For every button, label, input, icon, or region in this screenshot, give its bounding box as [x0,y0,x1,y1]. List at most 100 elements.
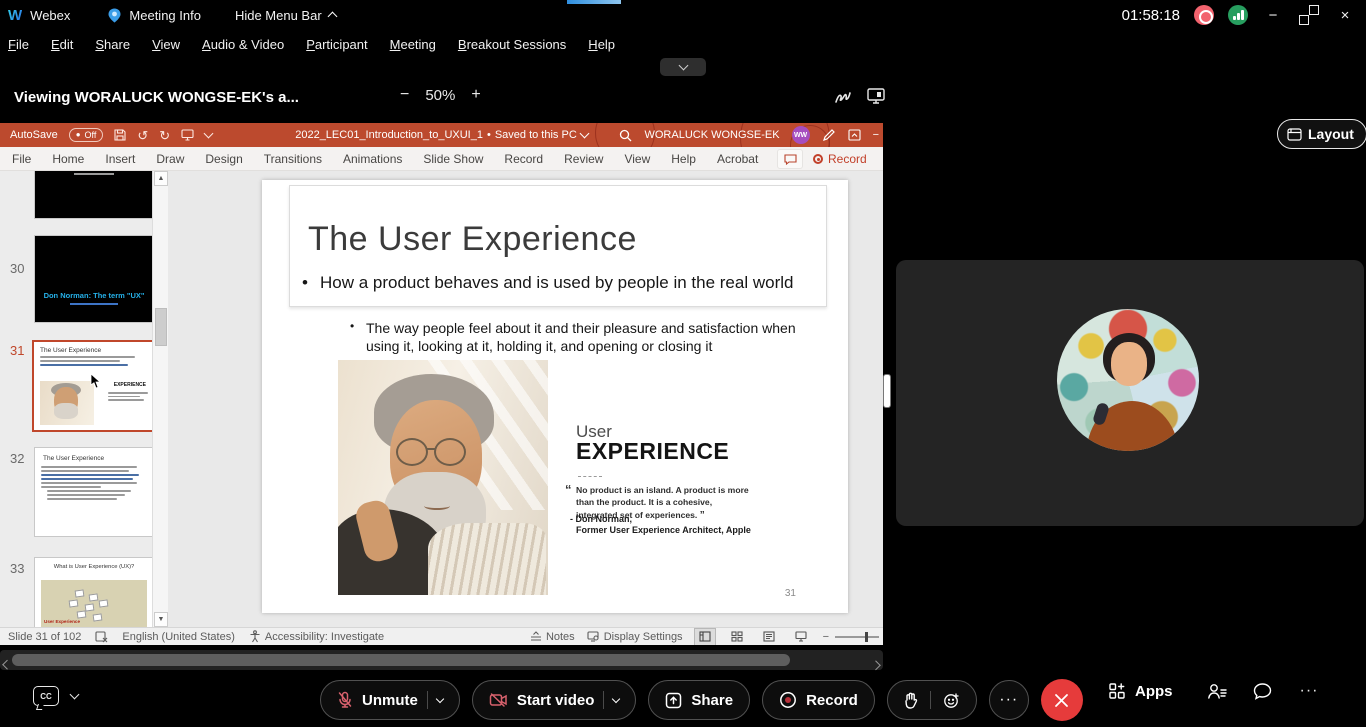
closed-captions-button[interactable]: CC [33,686,59,706]
chevron-down-icon [579,129,589,139]
redo-icon[interactable]: ↻ [159,129,170,142]
share-button[interactable]: Share [648,680,750,720]
zoom-in-button[interactable]: + [471,86,480,104]
spell-check-icon[interactable] [95,630,108,643]
minimize-button[interactable]: − [1262,7,1284,24]
slide-sorter-view-button[interactable] [727,629,747,645]
thumbnail-slide-33[interactable]: What is User Experience (UX)? User Exper… [34,557,154,627]
scroll-up-button[interactable]: ▲ [154,171,168,186]
powerpoint-statusbar: Slide 31 of 102 English (United States) … [0,627,883,645]
zoom-slider-thumb[interactable] [865,632,868,642]
ribbon-tab[interactable]: Home [52,152,84,166]
autosave-toggle[interactable]: ● Off [69,128,104,142]
ribbon-record-button[interactable]: Record [813,152,883,166]
normal-view-button[interactable] [695,629,715,645]
layout-icon [1287,128,1302,141]
ribbon-tab[interactable]: Design [205,152,242,166]
reading-view-button[interactable] [759,629,779,645]
recording-indicator-icon[interactable] [1194,5,1214,25]
close-button[interactable]: × [1334,7,1356,24]
layout-button[interactable]: Layout [1277,119,1366,149]
search-icon[interactable] [619,129,632,142]
slide-canvas[interactable]: The User Experience • How a product beha… [262,180,848,613]
participants-button[interactable] [1207,682,1227,700]
participant-video-tile[interactable] [896,260,1364,526]
zoom-out-button[interactable]: − [823,631,829,643]
zoom-level[interactable]: 50% [425,87,455,104]
thumbnail-scrollbar[interactable]: ▲ ▼ [152,171,168,627]
comments-icon[interactable] [777,149,803,169]
chat-button[interactable] [1253,682,1272,700]
start-presentation-icon[interactable] [181,129,194,141]
slide-indicator[interactable]: Slide 31 of 102 [8,631,81,643]
emoji-reactions-icon[interactable] [943,692,960,709]
ribbon-tab[interactable]: Review [564,152,603,166]
ribbon-tab[interactable]: View [624,152,650,166]
ribbon-tab[interactable]: File [12,152,31,166]
inking-pen-icon[interactable] [822,128,836,142]
ribbon-options-icon[interactable] [848,129,861,141]
ribbon-tab[interactable]: Help [671,152,696,166]
more-panel-options-button[interactable]: ··· [1300,682,1319,700]
menu-item[interactable]: File [8,37,29,52]
menu-item[interactable]: Participant [306,37,367,52]
horizontal-scrollbar-thumb[interactable] [12,654,790,666]
apps-button[interactable]: Apps [1108,682,1173,700]
horizontal-scrollbar[interactable] [0,650,883,670]
undo-icon[interactable]: ↺ [137,129,148,142]
save-icon[interactable] [114,129,126,141]
account-avatar[interactable]: WW [792,126,810,144]
video-options-chevron[interactable] [612,694,620,702]
ribbon-tab[interactable]: Animations [343,152,402,166]
zoom-out-button[interactable]: − [400,86,409,104]
thumbnail-slide-29[interactable]: WHAT IS UX? [34,171,154,219]
ribbon-tab[interactable]: Acrobat [717,152,758,166]
account-name[interactable]: WORALUCK WONGSE-EK [644,129,779,141]
slide-bullet-1[interactable]: • How a product behaves and is used by p… [302,272,802,293]
scroll-down-button[interactable]: ▼ [154,612,168,627]
unmute-options-chevron[interactable] [436,694,444,702]
menu-item[interactable]: Meeting [390,37,436,52]
menu-item[interactable]: Edit [51,37,73,52]
ribbon-tab[interactable]: Insert [105,152,135,166]
slide-bullet-2[interactable]: • The way people feel about it and their… [350,319,800,355]
menu-item[interactable]: Breakout Sessions [458,37,566,52]
panel-resize-handle[interactable] [883,374,891,408]
screen-share-view-icon[interactable] [866,87,886,105]
thumbnail-slide-32[interactable]: The User Experience [34,447,154,537]
ribbon-tab[interactable]: Record [504,152,543,166]
thumbnail-slide-30[interactable]: Don Norman: The term "UX" [34,235,154,323]
scrollbar-thumb[interactable] [155,308,167,346]
notes-icon [530,631,542,642]
language-indicator[interactable]: English (United States) [122,631,235,643]
ribbon-tab[interactable]: Slide Show [423,152,483,166]
customize-qat-icon[interactable] [205,133,212,137]
slide-title[interactable]: The User Experience [308,220,637,259]
chevron-down-icon[interactable] [70,690,80,700]
hide-menu-bar-button[interactable]: Hide Menu Bar [235,8,336,23]
slideshow-view-button[interactable] [791,629,811,645]
record-button[interactable]: Record [762,680,875,720]
meeting-info-button[interactable]: Meeting Info [129,8,201,23]
more-options-button[interactable]: ··· [989,680,1029,720]
ppt-minimize-button[interactable]: − [873,129,879,141]
thumbnail-slide-31-selected[interactable]: The User Experience EXPERIENCE [32,340,156,432]
ribbon-tab[interactable]: Draw [156,152,184,166]
accessibility-status[interactable]: Accessibility: Investigate [249,630,384,643]
reactions-button[interactable] [887,680,977,720]
notes-button[interactable]: Notes [530,631,575,643]
connection-quality-icon[interactable] [1228,5,1248,25]
display-settings-button[interactable]: Display Settings [587,631,683,643]
annotate-icon[interactable] [833,87,853,107]
menu-item[interactable]: Audio & Video [202,37,284,52]
menu-item[interactable]: Help [588,37,615,52]
zoom-slider[interactable]: − [823,631,879,643]
unmute-button[interactable]: Unmute [320,680,460,720]
collapse-controls-tab[interactable] [660,58,706,76]
menu-item[interactable]: View [152,37,180,52]
menu-item[interactable]: Share [95,37,130,52]
leave-meeting-button[interactable] [1041,679,1083,721]
don-norman-photo[interactable] [338,360,548,595]
ribbon-tab[interactable]: Transitions [264,152,322,166]
start-video-button[interactable]: Start video [472,680,637,720]
